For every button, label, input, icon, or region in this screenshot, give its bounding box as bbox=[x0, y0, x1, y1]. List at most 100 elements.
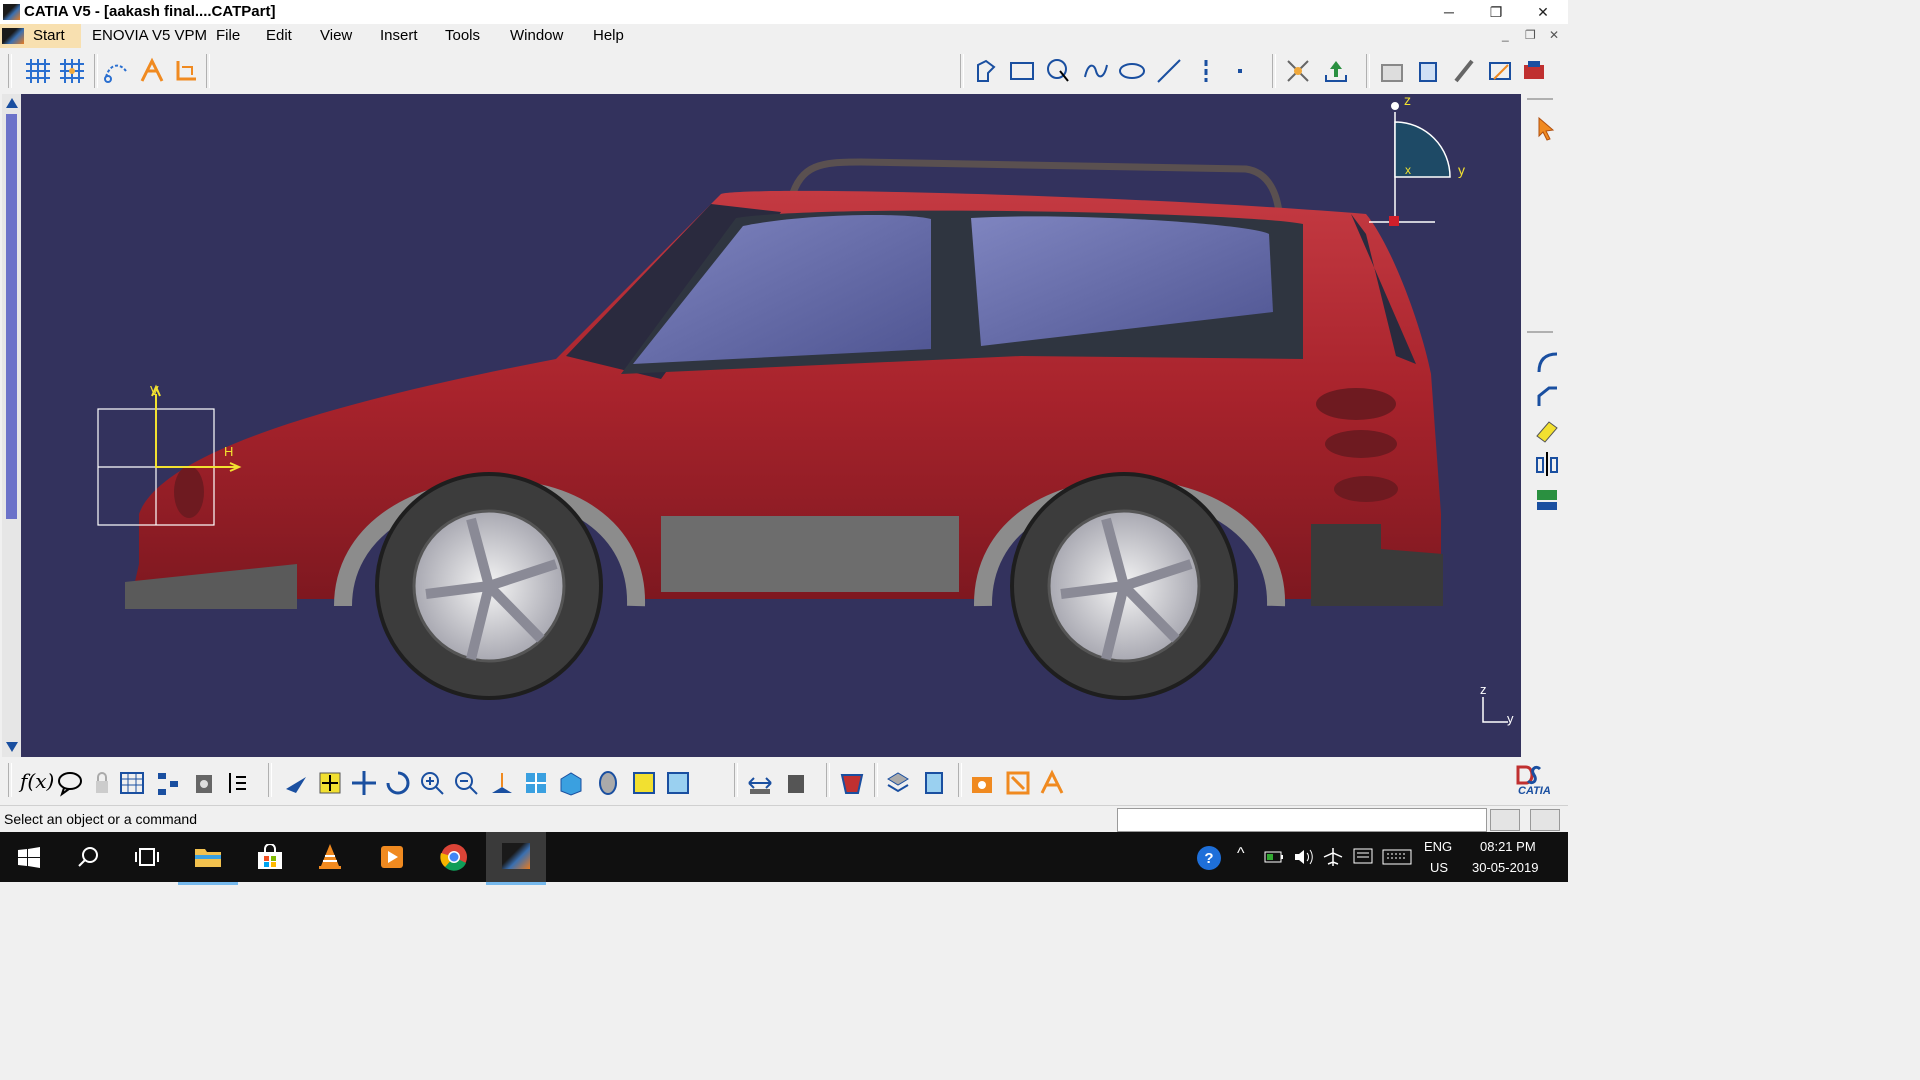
rectangle-icon[interactable] bbox=[1008, 57, 1036, 85]
menu-insert[interactable]: Insert bbox=[380, 27, 418, 44]
sketch-analysis-icon[interactable] bbox=[102, 57, 130, 85]
search-icon[interactable] bbox=[78, 846, 100, 868]
store-taskbar-item[interactable] bbox=[240, 832, 300, 882]
pan-icon[interactable] bbox=[350, 769, 378, 797]
select-arrow-icon[interactable] bbox=[1533, 114, 1561, 142]
lock-icon[interactable] bbox=[88, 769, 116, 797]
chamfer-icon[interactable] bbox=[1533, 382, 1561, 410]
clock-time[interactable]: 08:21 PM bbox=[1480, 839, 1536, 854]
dress-up-icon[interactable] bbox=[968, 769, 996, 797]
menu-tools[interactable]: Tools bbox=[445, 27, 480, 44]
task-view-icon[interactable] bbox=[134, 846, 160, 868]
menu-enovia[interactable]: ENOVIA V5 VPM bbox=[92, 27, 207, 44]
minimize-button[interactable]: ─ bbox=[1426, 0, 1472, 24]
line-icon[interactable] bbox=[1155, 57, 1183, 85]
pattern-icon[interactable] bbox=[1038, 769, 1066, 797]
mdi-close-button[interactable]: ✕ bbox=[1549, 28, 1559, 42]
vlc-taskbar-item[interactable] bbox=[300, 832, 360, 882]
hierarchy-icon[interactable] bbox=[154, 769, 182, 797]
ellipse-icon[interactable] bbox=[1118, 57, 1146, 85]
menu-bar: Start ENOVIA V5 VPM File Edit View Inser… bbox=[0, 24, 1568, 48]
language-indicator[interactable]: ENG bbox=[1424, 839, 1452, 854]
status-button-1[interactable] bbox=[1490, 809, 1520, 831]
clock-date[interactable]: 30-05-2019 bbox=[1472, 860, 1539, 875]
keyboard-icon[interactable] bbox=[1382, 848, 1412, 866]
eraser-icon[interactable] bbox=[1533, 416, 1561, 444]
layer-icon[interactable] bbox=[884, 769, 912, 797]
project-icon[interactable] bbox=[1533, 486, 1561, 514]
fly-icon[interactable] bbox=[282, 769, 310, 797]
axis-line-icon[interactable] bbox=[1192, 57, 1220, 85]
normal-view-icon[interactable] bbox=[488, 769, 516, 797]
menu-file[interactable]: File bbox=[216, 27, 240, 44]
menu-help[interactable]: Help bbox=[593, 27, 624, 44]
command-input[interactable] bbox=[1117, 808, 1487, 832]
file-explorer-taskbar-item[interactable] bbox=[178, 832, 238, 885]
corner-icon[interactable] bbox=[1533, 348, 1561, 376]
chat-icon[interactable] bbox=[56, 769, 84, 797]
snap-grid-icon[interactable] bbox=[58, 57, 86, 85]
point-icon[interactable] bbox=[1226, 57, 1254, 85]
windows-start-icon[interactable] bbox=[18, 847, 40, 869]
animate-icon[interactable] bbox=[1520, 57, 1548, 85]
exit-workbench-icon[interactable] bbox=[1322, 57, 1350, 85]
notification-icon[interactable] bbox=[1352, 847, 1374, 867]
scrollbar-thumb[interactable] bbox=[6, 114, 17, 519]
swap-icon[interactable] bbox=[664, 769, 692, 797]
mdi-restore-button[interactable]: ❐ bbox=[1525, 28, 1536, 42]
formula-icon[interactable]: f(x) bbox=[20, 769, 54, 793]
render-icon[interactable] bbox=[594, 769, 622, 797]
tray-expand-icon[interactable]: ^ bbox=[1237, 845, 1245, 863]
3d-sketch-icon[interactable] bbox=[138, 57, 166, 85]
stack-icon[interactable] bbox=[920, 769, 948, 797]
status-button-2[interactable] bbox=[1530, 809, 1560, 831]
3d-viewport[interactable]: z y x V H z y bbox=[21, 94, 1521, 757]
fixed-icon[interactable] bbox=[1004, 769, 1032, 797]
iso-view-icon[interactable] bbox=[557, 769, 585, 797]
measure-item-icon[interactable] bbox=[782, 769, 810, 797]
transform-icon[interactable] bbox=[1450, 57, 1478, 85]
menu-edit[interactable]: Edit bbox=[266, 27, 292, 44]
volume-icon[interactable] bbox=[1293, 847, 1315, 867]
measure-between-icon[interactable] bbox=[746, 769, 774, 797]
mirror-icon[interactable] bbox=[1533, 450, 1561, 478]
vertical-scrollbar[interactable] bbox=[2, 94, 21, 757]
construct-icon[interactable] bbox=[1486, 57, 1514, 85]
media-player-taskbar-item[interactable] bbox=[362, 832, 422, 882]
airplane-mode-icon[interactable] bbox=[1322, 847, 1344, 867]
fit-all-icon[interactable] bbox=[316, 769, 344, 797]
store-icon bbox=[258, 844, 282, 869]
axis-icon[interactable] bbox=[172, 57, 200, 85]
param-icon[interactable] bbox=[224, 769, 252, 797]
zoom-in-icon[interactable] bbox=[418, 769, 446, 797]
scroll-up-icon[interactable] bbox=[6, 98, 18, 108]
zoom-out-icon[interactable] bbox=[452, 769, 480, 797]
region-indicator[interactable]: US bbox=[1430, 860, 1448, 875]
constraint-icon[interactable] bbox=[1284, 57, 1312, 85]
profile-icon[interactable] bbox=[972, 57, 1000, 85]
toolbar-separator bbox=[1366, 54, 1370, 88]
menu-start[interactable]: Start bbox=[33, 27, 65, 44]
catia-taskbar-item[interactable] bbox=[486, 832, 546, 885]
menu-view[interactable]: View bbox=[320, 27, 352, 44]
chrome-taskbar-item[interactable] bbox=[424, 832, 484, 882]
measure-icon[interactable] bbox=[1414, 57, 1442, 85]
scan-icon[interactable] bbox=[190, 769, 218, 797]
multi-view-icon[interactable] bbox=[522, 769, 550, 797]
menu-window[interactable]: Window bbox=[510, 27, 563, 44]
render-style-icon[interactable] bbox=[838, 769, 866, 797]
circle-icon[interactable] bbox=[1044, 57, 1072, 85]
svg-text:?: ? bbox=[1204, 850, 1213, 867]
hide-show-icon[interactable] bbox=[630, 769, 658, 797]
cut-part-icon[interactable] bbox=[1378, 57, 1406, 85]
grid-icon[interactable] bbox=[24, 57, 52, 85]
close-button[interactable]: ✕ bbox=[1520, 0, 1566, 24]
battery-icon[interactable] bbox=[1264, 849, 1284, 865]
table-icon[interactable] bbox=[118, 769, 146, 797]
scroll-down-icon[interactable] bbox=[6, 742, 18, 752]
rotate-icon[interactable] bbox=[384, 769, 412, 797]
mdi-minimize-button[interactable]: _ bbox=[1502, 28, 1509, 42]
help-icon[interactable]: ? bbox=[1196, 845, 1222, 871]
restore-button[interactable]: ❐ bbox=[1473, 0, 1519, 24]
spline-icon[interactable] bbox=[1082, 57, 1110, 85]
